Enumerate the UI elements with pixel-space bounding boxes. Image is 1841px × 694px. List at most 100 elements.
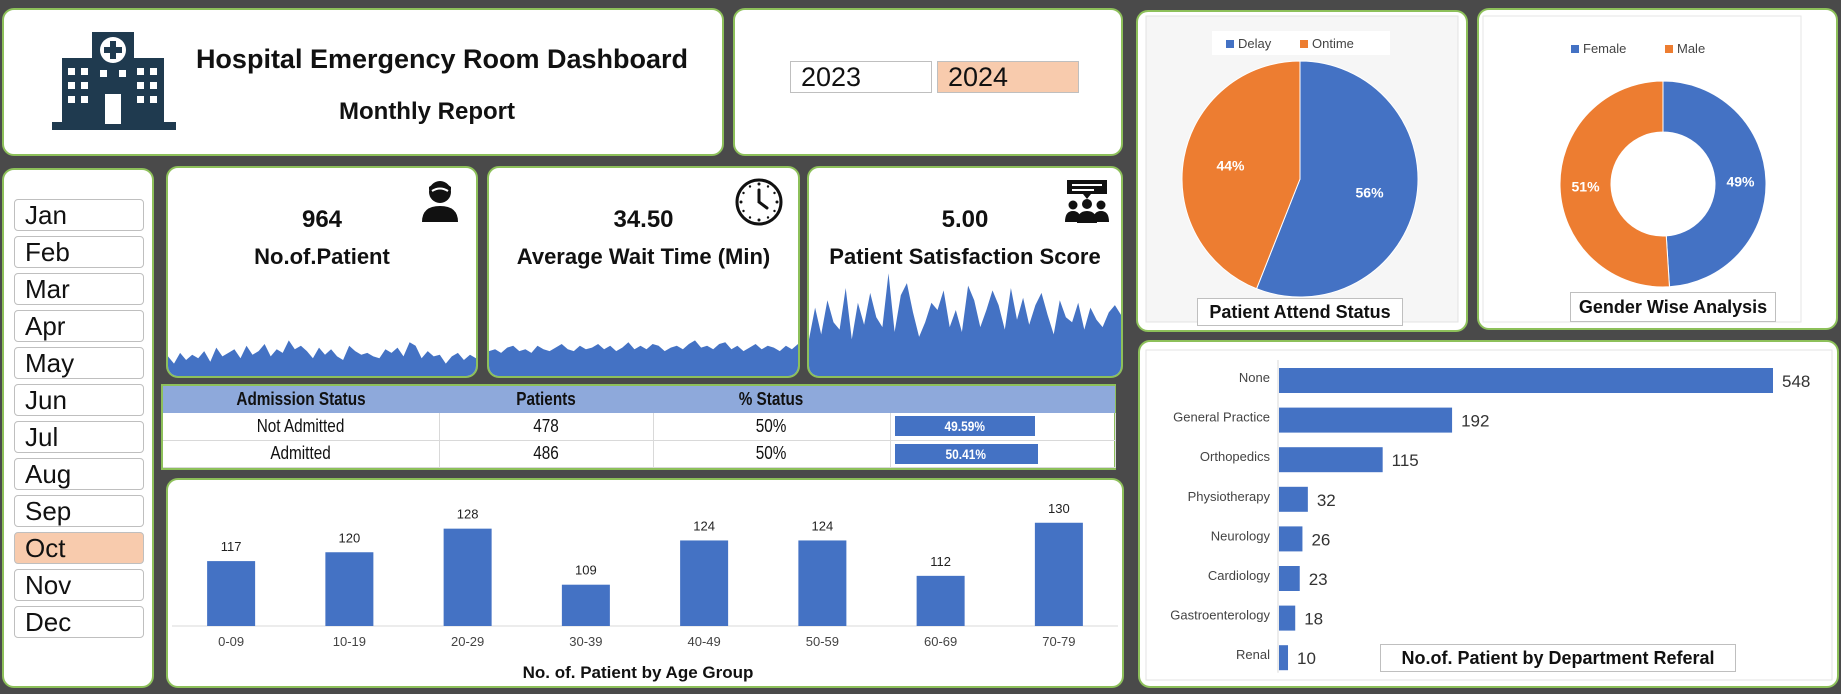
month-button-sep[interactable]: Sep: [14, 495, 144, 527]
month-slicer: Jan Feb Mar Apr May Jun Jul Aug Sep Oct Nov Dec: [2, 168, 154, 688]
header-panel: Hospital Emergency Room Dashboard Monthl…: [2, 8, 724, 156]
month-button-jan[interactable]: Jan: [14, 199, 144, 231]
table-cell: 50%: [653, 440, 891, 468]
department-bar-neurology: [1279, 526, 1303, 552]
sparkline-area: [809, 273, 1121, 376]
kpi-card-satisfaction: 5.00 Patient Satisfaction Score: [807, 166, 1123, 378]
bar-data-label: 10: [1297, 649, 1316, 668]
patient-icon: [422, 181, 458, 222]
age-bar-40-49: [680, 540, 729, 626]
gender-chart: Female Male 49% 51%: [1482, 15, 1802, 323]
month-button-jun[interactable]: Jun: [14, 384, 144, 416]
legend-label: Delay: [1238, 36, 1272, 51]
x-tick-label: 60-69: [924, 634, 957, 649]
data-bar: 49.59%: [894, 416, 1036, 437]
legend-swatch: [1300, 40, 1308, 48]
month-button-mar[interactable]: Mar: [14, 273, 144, 305]
x-tick-label: 50-59: [806, 634, 839, 649]
admission-status-table: Admission Status Patients % Status Not A…: [161, 384, 1116, 470]
y-tick-label: Orthopedics: [1200, 449, 1271, 464]
kpi-card-wait-time: 34.50 Average Wait Time (Min): [487, 166, 800, 378]
kpi-wait-label: Average Wait Time (Min): [516, 244, 771, 269]
pie-data-label: 56%: [1356, 184, 1385, 200]
sparkline-area: [489, 340, 798, 376]
month-button-apr[interactable]: Apr: [14, 310, 144, 342]
age-group-chart-panel: 117 0-09 120 10-19 128 20-29 109 30-39 124 40-49 1…: [166, 478, 1124, 688]
y-tick-label: Cardiology: [1208, 568, 1271, 583]
legend-label: Female: [1583, 41, 1626, 56]
department-chart-panel: None 548 General Practice 192 Orthopedics 115…: [1138, 340, 1839, 688]
age-bar-0-09: [207, 561, 256, 626]
month-button-dec[interactable]: Dec: [14, 606, 144, 638]
x-tick-label: 20-29: [451, 634, 484, 649]
age-bar-20-29: [443, 528, 492, 626]
y-tick-label: Gastroenterology: [1170, 608, 1270, 623]
y-tick-label: General Practice: [1173, 410, 1270, 425]
patients-sparkline: [168, 340, 476, 376]
month-button-oct[interactable]: Oct: [14, 532, 144, 564]
department-chart: None 548 General Practice 192 Orthopedics 115…: [1145, 349, 1833, 681]
bar-data-label: 26: [1311, 530, 1330, 549]
legend: Female Male: [1557, 36, 1747, 60]
bar-data-label: 548: [1782, 372, 1810, 391]
age-bar-10-19: [325, 552, 374, 626]
x-tick-label: 10-19: [333, 634, 366, 649]
bar-data-label: 23: [1309, 570, 1328, 589]
department-bar-general-practice: [1279, 407, 1453, 433]
column-header: Patients: [439, 386, 653, 413]
gender-chart-panel: Female Male 49% 51% Gender Wise Analysis: [1477, 8, 1838, 330]
bar-data-label: 115: [1392, 451, 1419, 470]
department-bar-none: [1279, 368, 1773, 393]
bar-data-label: 128: [457, 507, 479, 522]
year-slicer: 2023 2024: [733, 8, 1123, 156]
bar-data-label: 124: [812, 518, 834, 533]
sparkline-area: [168, 340, 476, 376]
bar-data-label: 124: [693, 518, 715, 533]
age-bar-50-59: [798, 540, 847, 626]
year-button-2023[interactable]: 2023: [790, 61, 932, 93]
month-button-jul[interactable]: Jul: [14, 421, 144, 453]
legend: Delay Ontime: [1212, 31, 1390, 55]
bar-data-label: 32: [1317, 491, 1336, 510]
bar-data-label: 120: [339, 530, 361, 545]
department-bar-orthopedics: [1279, 447, 1383, 473]
year-button-2024[interactable]: 2024: [937, 61, 1079, 93]
month-button-may[interactable]: May: [14, 347, 144, 379]
table-cell: 50.41%: [890, 440, 1116, 468]
hospital-icon: [52, 32, 176, 130]
department-bar-gastroenterology: [1279, 605, 1296, 631]
month-button-feb[interactable]: Feb: [14, 236, 144, 268]
pie-data-label: 51%: [1572, 178, 1601, 194]
dashboard-subtitle: Monthly Report: [339, 98, 515, 125]
age-bar-70-79: [1034, 522, 1083, 626]
age-bar-60-69: [916, 575, 965, 626]
x-tick-label: 70-79: [1042, 634, 1075, 649]
bar-data-label: 117: [221, 539, 242, 554]
legend-label: Ontime: [1312, 36, 1354, 51]
department-title: No.of. Patient by Department Referal: [1380, 644, 1736, 672]
table-cell: Admitted: [163, 440, 440, 468]
month-button-aug[interactable]: Aug: [14, 458, 144, 490]
table-cell: 486: [439, 440, 654, 468]
x-tick-label: 40-49: [688, 634, 721, 649]
satisfaction-sparkline: [809, 273, 1121, 376]
data-bar: 50.41%: [894, 443, 1038, 464]
column-header: Admission Status: [163, 386, 439, 413]
age-group-chart: 117 0-09 120 10-19 128 20-29 109 30-39 124 40-49 1…: [172, 501, 1118, 682]
bar-data-label: 192: [1461, 412, 1489, 431]
legend-swatch: [1226, 40, 1234, 48]
y-tick-label: Renal: [1236, 647, 1270, 662]
table-cell: 49.59%: [890, 413, 1116, 441]
pie-data-label: 49%: [1726, 174, 1755, 190]
chart-plot-area: [1145, 349, 1833, 681]
table-header-row: Admission Status Patients % Status: [163, 386, 1115, 413]
legend-swatch: [1665, 45, 1673, 53]
bar-data-label: 18: [1304, 610, 1323, 629]
age-bar-30-39: [561, 584, 610, 626]
bar-data-label: 109: [575, 563, 597, 578]
clock-icon: [735, 178, 783, 226]
month-button-nov[interactable]: Nov: [14, 569, 144, 601]
table-row: Not Admitted 478 50% 49.59%: [163, 413, 1116, 441]
table-cell: Not Admitted: [163, 413, 440, 441]
kpi-patients-label: No.of.Patient: [254, 244, 390, 269]
